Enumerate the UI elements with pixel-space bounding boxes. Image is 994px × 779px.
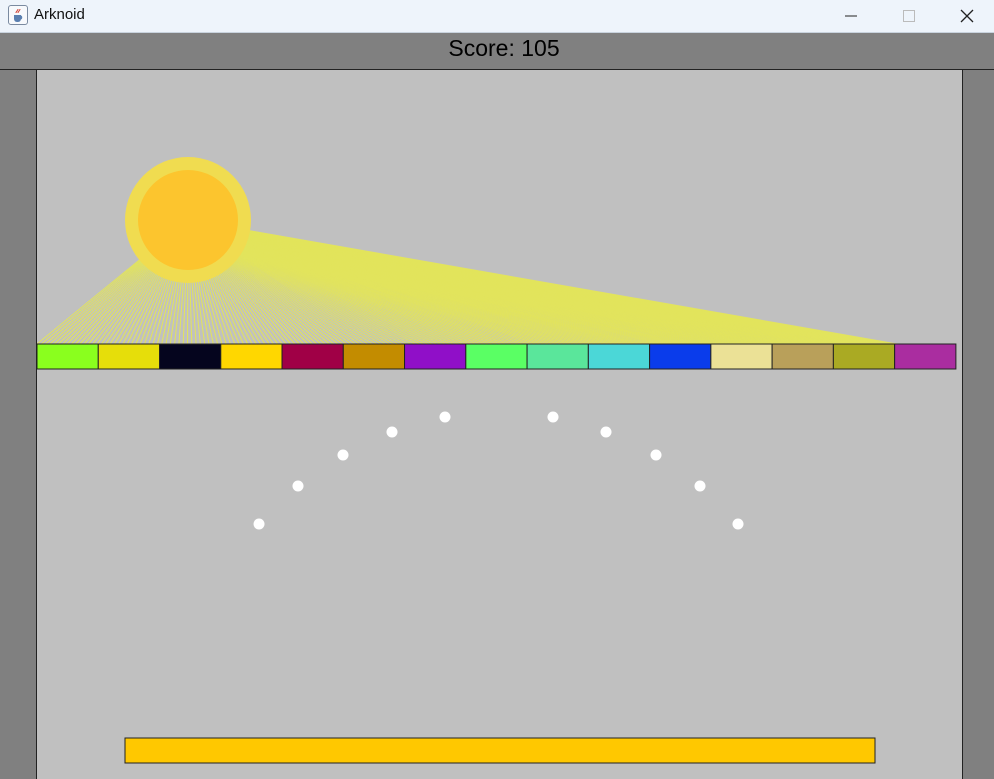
title-bar: Arknoid bbox=[0, 0, 994, 33]
close-button[interactable] bbox=[938, 0, 994, 32]
game-canvas bbox=[37, 157, 957, 764]
maximize-icon bbox=[903, 10, 915, 22]
sun-inner bbox=[138, 170, 238, 270]
window-title: Arknoid bbox=[34, 6, 85, 23]
ball bbox=[386, 426, 398, 438]
ball bbox=[732, 518, 744, 530]
brick bbox=[220, 343, 283, 370]
brick-row bbox=[37, 343, 957, 370]
brick bbox=[832, 343, 896, 370]
brick bbox=[771, 343, 834, 370]
brick bbox=[159, 343, 222, 370]
brick bbox=[404, 343, 467, 370]
minimize-icon bbox=[845, 15, 857, 17]
brick bbox=[342, 343, 406, 370]
ball bbox=[694, 480, 706, 492]
score-label: Score: 105 bbox=[448, 35, 560, 61]
balls bbox=[253, 411, 744, 530]
close-icon bbox=[960, 9, 974, 23]
brick bbox=[710, 343, 773, 370]
ball bbox=[547, 411, 559, 423]
brick bbox=[894, 343, 957, 370]
java-cup-icon bbox=[8, 5, 28, 25]
ball bbox=[337, 449, 349, 461]
score-bar: Score: 105 bbox=[0, 33, 994, 70]
brick bbox=[526, 343, 589, 370]
brick bbox=[37, 343, 99, 370]
ball bbox=[253, 518, 265, 530]
ball bbox=[292, 480, 304, 492]
game-field bbox=[36, 70, 963, 779]
brick bbox=[587, 343, 651, 370]
brick bbox=[649, 343, 712, 370]
ball bbox=[600, 426, 612, 438]
ball bbox=[439, 411, 451, 423]
ball bbox=[650, 449, 662, 461]
brick bbox=[97, 343, 161, 370]
brick bbox=[281, 343, 344, 370]
paddle[interactable] bbox=[124, 737, 876, 764]
brick bbox=[465, 343, 528, 370]
minimize-button[interactable] bbox=[822, 0, 880, 32]
maximize-button[interactable] bbox=[880, 0, 938, 32]
